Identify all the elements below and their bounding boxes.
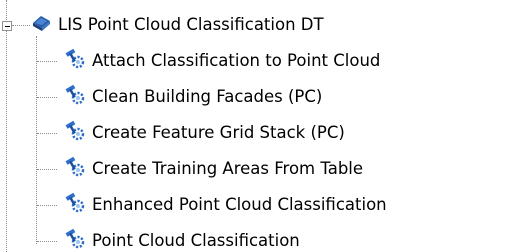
tree-connector-root <box>12 25 30 26</box>
tree-item-label: Enhanced Point Cloud Classification <box>92 195 387 214</box>
tool-hammer-icon <box>64 228 92 252</box>
tool-hammer-icon <box>64 192 92 218</box>
tree-node-toolbox[interactable]: LIS Point Cloud Classification DT <box>30 10 324 40</box>
tool-hammer-icon <box>64 48 92 74</box>
tree-item-label: Attach Classification to Point Cloud <box>92 51 381 70</box>
tree-item-clean-building-facades[interactable]: Clean Building Facades (PC) <box>64 82 322 112</box>
toolbox-tree: LIS Point Cloud Classification DT Attach… <box>0 0 508 252</box>
tree-item-create-training-areas[interactable]: Create Training Areas From Table <box>64 154 363 184</box>
tree-item-enhanced-classification[interactable]: Enhanced Point Cloud Classification <box>64 190 387 220</box>
tool-hammer-icon <box>64 84 92 110</box>
tree-item-label: Create Feature Grid Stack (PC) <box>92 123 345 142</box>
tree-connector-item <box>37 97 57 98</box>
tree-connector-item <box>37 205 57 206</box>
tree-connector-parent-below <box>6 31 7 252</box>
tree-connector-parent <box>6 0 7 20</box>
tool-hammer-icon <box>64 120 92 146</box>
tree-connector-children <box>36 36 37 244</box>
tree-item-label: Create Training Areas From Table <box>92 159 364 178</box>
tree-item-label: Clean Building Facades (PC) <box>92 87 323 106</box>
tree-item-create-feature-grid-stack[interactable]: Create Feature Grid Stack (PC) <box>64 118 345 148</box>
tree-connector-item <box>37 169 57 170</box>
tree-item-attach-classification[interactable]: Attach Classification to Point Cloud <box>64 46 380 76</box>
tree-item-label: Point Cloud Classification <box>92 231 300 250</box>
tree-node-label: LIS Point Cloud Classification DT <box>58 15 324 34</box>
tool-hammer-icon <box>64 156 92 182</box>
tree-connector-item <box>37 61 57 62</box>
tree-connector-item <box>37 133 57 134</box>
toolbox-icon <box>30 12 58 38</box>
collapse-toggle[interactable] <box>2 21 12 31</box>
tree-connector-item <box>37 241 57 242</box>
tree-item-point-cloud-classification[interactable]: Point Cloud Classification <box>64 226 300 252</box>
